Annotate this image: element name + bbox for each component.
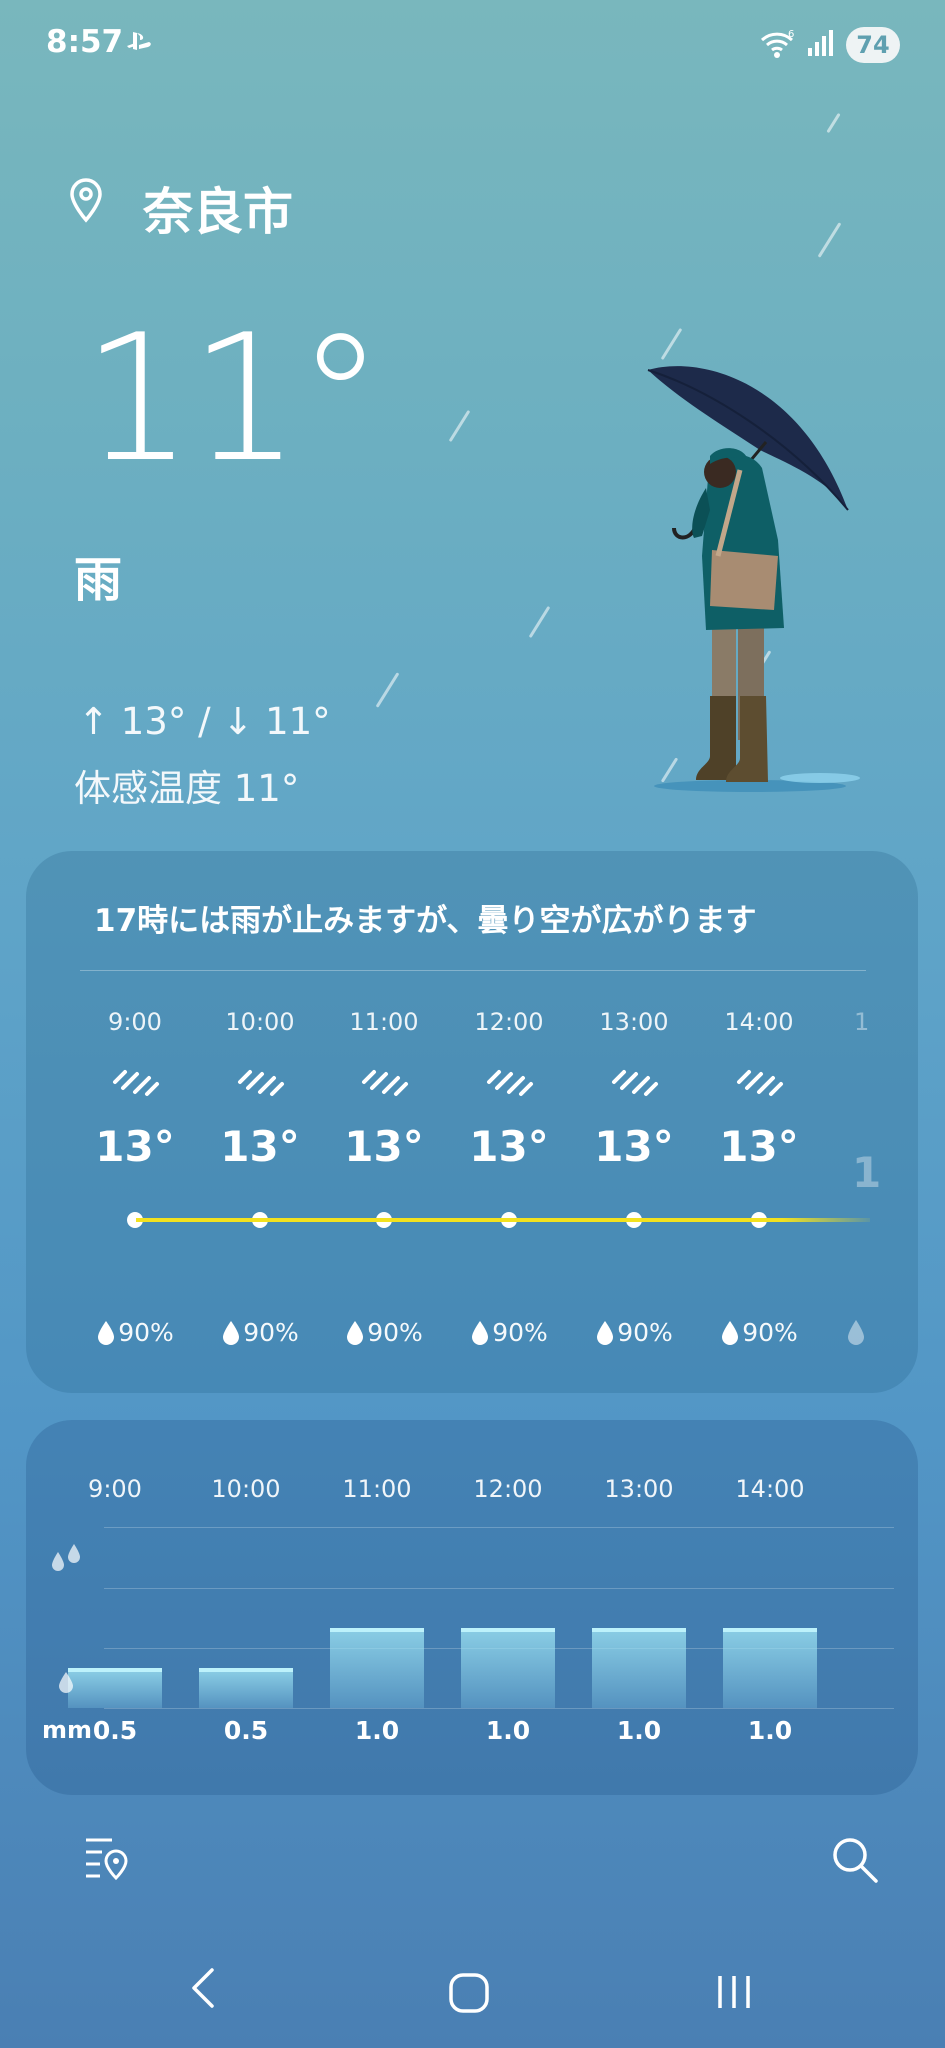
hourly-item: 11:00 13° 90% [329,1008,439,1347]
hourly-item: 13:00 13° 90% [579,1008,689,1347]
hour-precip-probability: 90% [579,1318,689,1347]
high-low-temperature: ↑ 13° / ↓ 11° [78,700,331,743]
precip-amount-label: 1.0 [616,1716,662,1745]
precip-probability-value: 90% [617,1318,673,1347]
hourly-item: 14:00 13° 90% [704,1008,814,1347]
precip-amount-label: 0.5 [223,1716,269,1745]
recent-apps-icon[interactable] [714,1972,754,2012]
weather-condition: 雨 [74,552,123,608]
raindrop-icon [223,1321,240,1345]
hour-time: 11:00 [349,1008,419,1036]
precip-time-label: 10:00 [211,1475,281,1503]
precip-bar [592,1628,686,1708]
raindrop-icon [597,1321,614,1345]
rain-icon [113,1070,159,1096]
svg-text:6: 6 [788,29,794,40]
hour-precip-probability: 90% [454,1318,564,1347]
raindrop-icon [722,1321,739,1345]
precip-time-label: 13:00 [604,1475,674,1503]
hour-time: 13:00 [599,1008,669,1036]
rain-icon [362,1070,408,1096]
signal-icon [808,30,833,56]
precip-bar [330,1628,424,1708]
precip-time-label: 12:00 [473,1475,543,1503]
chart-gridline [104,1708,894,1709]
hour-time: 14:00 [724,1008,794,1036]
back-icon[interactable] [188,1966,218,2010]
raindrop-icon [347,1321,364,1345]
feels-like-temperature: 体感温度 11° [74,767,300,810]
wifi-icon: 6 [760,29,794,58]
hour-temperature: 13° [594,1122,674,1171]
battery-indicator: 74 [846,27,900,63]
precip-time-label: 11:00 [342,1475,412,1503]
hour-temperature: 13° [220,1122,300,1171]
current-temperature: 11° [82,298,384,501]
home-icon[interactable] [448,1972,490,2014]
raindrop-icon [848,1320,864,1345]
playstation-icon [127,32,151,50]
precip-bar [68,1668,162,1708]
precip-time-label: 14:00 [735,1475,805,1503]
precip-probability-value: 90% [243,1318,299,1347]
light-rain-drop-icon [59,1672,73,1693]
hour-time: 9:00 [108,1008,162,1036]
precip-probability-value: 90% [118,1318,174,1347]
rain-streak [660,327,683,361]
divider [80,970,866,971]
precip-probability-value: 90% [742,1318,798,1347]
raindrop-icon [98,1321,115,1345]
rain-icon [612,1070,658,1096]
precip-amount-label: 1.0 [354,1716,400,1745]
rain-icon [737,1070,783,1096]
hour-precip-probability: 90% [205,1318,315,1347]
rain-streak [448,409,471,443]
precip-bar [723,1628,817,1708]
rain-streak [817,222,842,258]
rain-icon [487,1070,533,1096]
precip-amount-label: 1.0 [747,1716,793,1745]
location-list-icon[interactable] [82,1832,132,1882]
precip-time-label: 9:00 [88,1475,142,1503]
hour-time: 12:00 [474,1008,544,1036]
hour-temperature: 13° [469,1122,549,1171]
hour-precip-probability: 90% [704,1318,814,1347]
hourly-item: 10:00 13° 90% [205,1008,315,1347]
hour-temperature: 13° [719,1122,799,1171]
hour-precip-probability: 90% [329,1318,439,1347]
rain-streak [528,605,551,639]
forecast-summary: 17時には雨が止みますが、曇り空が広がります [94,903,757,939]
precip-probability-value: 90% [492,1318,548,1347]
precip-amount-label: 1.0 [485,1716,531,1745]
status-time: 8:57 [46,24,124,60]
location-pin-icon[interactable] [66,176,106,224]
hourly-item: 9:00 13° 90% [80,1008,190,1347]
hour-temperature: 13° [95,1122,175,1171]
raindrop-icon [472,1321,489,1345]
hour-temperature: 13° [344,1122,424,1171]
hourly-item-partial: 1 [854,1008,870,1036]
hour-time: 10:00 [225,1008,295,1036]
rain-icon [238,1070,284,1096]
rain-streak [375,672,400,708]
unit-label: mm [42,1716,93,1744]
hour-precip-probability: 90% [80,1318,190,1347]
search-icon[interactable] [830,1835,880,1885]
hourly-item-partial: 1 [852,1148,882,1197]
precip-bar [461,1628,555,1708]
chart-gridline [104,1588,894,1589]
heavy-rain-drops-icon [52,1544,80,1571]
rain-person-illustration [647,366,860,792]
precip-probability-value: 90% [367,1318,423,1347]
hourly-item: 12:00 13° 90% [454,1008,564,1347]
temperature-line [136,1218,870,1222]
rain-streak [826,112,841,134]
precip-bar [199,1668,293,1708]
chart-gridline [104,1527,894,1528]
city-name[interactable]: 奈良市 [143,172,293,244]
